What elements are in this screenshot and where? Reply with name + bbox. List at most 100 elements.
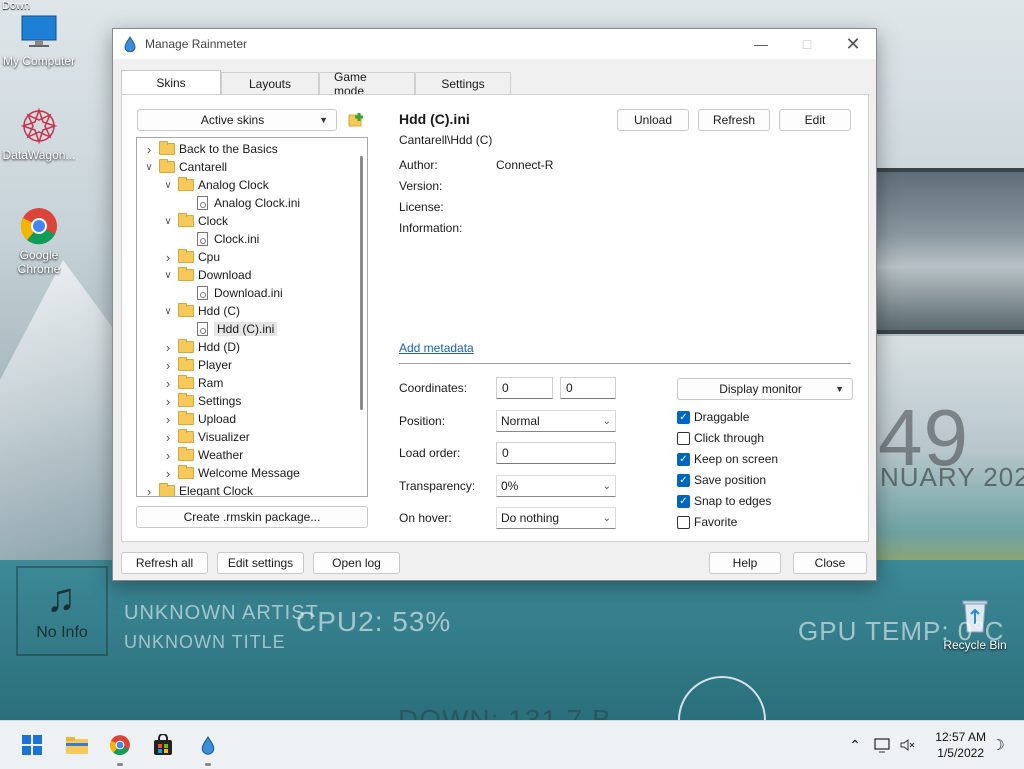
tree-item-folder[interactable]: › Back to the Basics — [143, 140, 278, 158]
checkbox-click-through[interactable]: Click through — [677, 431, 764, 445]
taskbar-rainmeter[interactable] — [196, 733, 220, 757]
checkbox-favorite[interactable]: Favorite — [677, 515, 737, 529]
system-clock[interactable]: 12:57 AM 1/5/2022 — [935, 729, 986, 761]
chevron-right-icon[interactable]: › — [162, 340, 174, 355]
tree-item-folder[interactable]: › Upload — [162, 410, 236, 428]
cpu2-readout: CPU2: 53% — [296, 606, 452, 637]
tree-item-file[interactable]: Hdd (C).ini — [181, 320, 278, 338]
tree-item-folder[interactable]: › Settings — [162, 392, 241, 410]
checkbox-draggable[interactable]: ✓ Draggable — [677, 410, 749, 424]
chevron-down-icon[interactable]: ∨ — [162, 216, 174, 227]
display-monitor-dropdown[interactable]: Display monitor ▼ — [677, 378, 853, 400]
active-skins-dropdown[interactable]: Active skins ▼ — [137, 109, 337, 131]
chevron-down-icon[interactable]: ∨ — [162, 180, 174, 191]
position-select[interactable]: Normal ⌄ — [496, 410, 616, 432]
create-rmskin-package-button[interactable]: Create .rmskin package... — [136, 506, 368, 528]
tree-item-file[interactable]: Download.ini — [181, 284, 283, 302]
tree-item-folder[interactable]: ∨ Clock — [162, 212, 228, 230]
maximize-button[interactable]: □ — [784, 29, 830, 59]
taskbar-store[interactable] — [151, 733, 175, 757]
desktop-icon-datawagon[interactable]: DataWagon... — [1, 106, 77, 162]
chevron-right-icon[interactable]: › — [162, 430, 174, 445]
chevron-down-icon[interactable]: ∨ — [162, 306, 174, 317]
tree-item-folder[interactable]: › Elegant Clock — [143, 482, 253, 497]
add-metadata-link[interactable]: Add metadata — [399, 341, 474, 355]
player-artist: UNKNOWN ARTIST — [124, 602, 319, 624]
start-button[interactable] — [20, 733, 44, 757]
refresh-all-button[interactable]: Refresh all — [121, 552, 208, 574]
empty-checkbox-icon[interactable] — [677, 515, 690, 529]
tab-settings[interactable]: Settings — [415, 72, 511, 95]
load-order-field[interactable]: 0 — [496, 442, 616, 464]
running-indicator — [205, 763, 211, 766]
license-label: License: — [399, 200, 444, 214]
chevron-right-icon[interactable]: › — [162, 412, 174, 427]
tree-item-folder[interactable]: ∨ Analog Clock — [162, 176, 269, 194]
tree-item-folder[interactable]: ∨ Cantarell — [143, 158, 227, 176]
tree-item-folder[interactable]: › Ram — [162, 374, 223, 392]
chevron-down-icon: ⌄ — [602, 480, 611, 492]
empty-checkbox-icon[interactable] — [677, 431, 690, 445]
tree-item-folder[interactable]: ∨ Download — [162, 266, 251, 284]
edit-settings-button[interactable]: Edit settings — [217, 552, 304, 574]
tree-scrollbar[interactable] — [360, 156, 363, 410]
chevron-right-icon[interactable]: › — [162, 448, 174, 463]
title-bar[interactable]: Manage Rainmeter — □ ✕ — [113, 29, 876, 59]
chevron-down-icon[interactable]: ∨ — [143, 162, 155, 173]
chevron-right-icon[interactable]: › — [162, 394, 174, 409]
chevron-right-icon[interactable]: › — [143, 142, 155, 157]
show-hidden-icons-button[interactable]: ⌃ — [843, 733, 867, 757]
tree-item-file[interactable]: Clock.ini — [181, 230, 259, 248]
refresh-button[interactable]: Refresh — [698, 109, 770, 131]
close-button[interactable]: Close — [793, 552, 867, 574]
checkbox-save-position[interactable]: ✓ Save position — [677, 473, 766, 487]
transparency-select[interactable]: 0% ⌄ — [496, 475, 616, 497]
checkmark-icon[interactable]: ✓ — [677, 473, 690, 487]
tab-layouts[interactable]: Layouts — [221, 72, 319, 95]
unload-button[interactable]: Unload — [617, 109, 689, 131]
taskbar-chrome[interactable] — [108, 733, 132, 757]
desktop-icon-my-computer[interactable]: My Computer — [1, 12, 77, 68]
chevron-right-icon[interactable]: › — [162, 358, 174, 373]
chevron-down-icon[interactable]: ∨ — [162, 270, 174, 281]
taskbar-file-explorer[interactable] — [65, 733, 89, 757]
tree-item-folder[interactable]: › Visualizer — [162, 428, 250, 446]
add-skin-icon[interactable] — [348, 112, 364, 128]
network-icon[interactable] — [870, 733, 894, 757]
tree-item-folder[interactable]: › Hdd (D) — [162, 338, 240, 356]
skins-tree[interactable]: › Back to the Basics ∨ Cantarell ∨ Analog Clo… — [136, 137, 368, 497]
tree-item-label: Player — [198, 358, 233, 372]
open-log-button[interactable]: Open log — [313, 552, 400, 574]
tree-item-folder[interactable]: › Weather — [162, 446, 243, 464]
volume-muted-icon[interactable] — [896, 733, 920, 757]
tree-item-file[interactable]: Analog Clock.ini — [181, 194, 300, 212]
checkmark-icon[interactable]: ✓ — [677, 494, 690, 508]
tab-game-mode[interactable]: Game mode — [319, 70, 415, 98]
focus-assist-moon-icon[interactable]: ☽ — [986, 733, 1010, 757]
help-button[interactable]: Help — [709, 552, 781, 574]
tree-item-folder[interactable]: ∨ Hdd (C) — [162, 302, 240, 320]
chevron-right-icon[interactable]: › — [162, 376, 174, 391]
chevron-right-icon[interactable]: › — [162, 250, 174, 265]
chrome-icon — [110, 735, 130, 756]
checkbox-keep-on-screen[interactable]: ✓ Keep on screen — [677, 452, 778, 466]
on-hover-value: Do nothing — [501, 511, 560, 525]
tree-item-folder[interactable]: › Welcome Message — [162, 464, 300, 482]
checkmark-icon[interactable]: ✓ — [677, 452, 690, 466]
coordinate-y-field[interactable]: 0 — [560, 377, 616, 399]
desktop-icon-google-chrome[interactable]: Google Chrome — [1, 206, 77, 276]
checkbox-snap-to-edges[interactable]: ✓ Snap to edges — [677, 494, 771, 508]
chevron-right-icon[interactable]: › — [162, 466, 174, 481]
tree-item-folder[interactable]: › Player — [162, 356, 232, 374]
checkmark-icon[interactable]: ✓ — [677, 410, 690, 424]
close-window-button[interactable]: ✕ — [830, 29, 876, 59]
on-hover-select[interactable]: Do nothing ⌄ — [496, 507, 616, 529]
monitor-icon — [19, 12, 59, 52]
tab-skins[interactable]: Skins — [121, 70, 221, 95]
coordinate-x-field[interactable]: 0 — [496, 377, 553, 399]
chevron-right-icon[interactable]: › — [143, 484, 155, 497]
edit-button[interactable]: Edit — [779, 109, 851, 131]
tree-item-folder[interactable]: › Cpu — [162, 248, 220, 266]
minimize-button[interactable]: — — [738, 29, 784, 59]
author-value: Connect-R — [496, 158, 554, 172]
